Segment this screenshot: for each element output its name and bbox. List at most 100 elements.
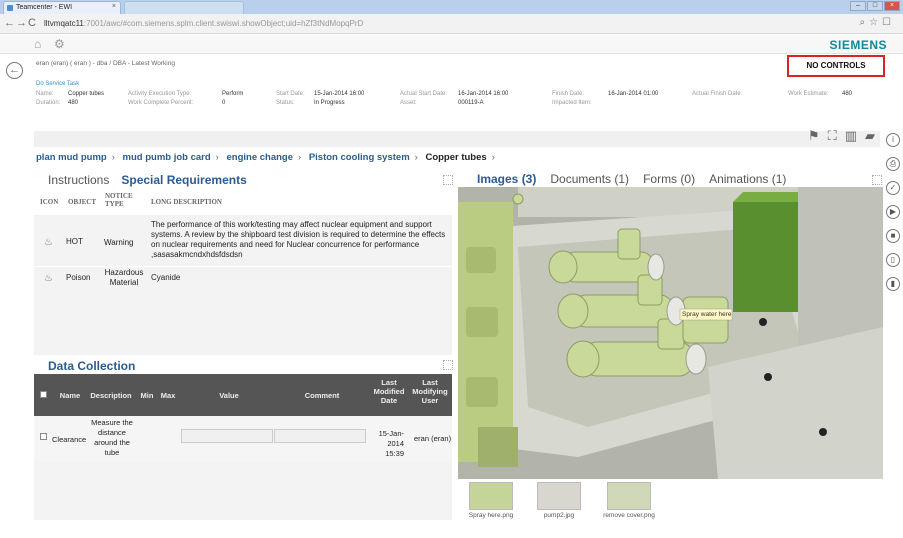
prop-label: Finish Date:	[552, 91, 585, 97]
breadcrumb-item[interactable]: engine change	[226, 152, 293, 163]
column-header: ICON	[40, 198, 59, 206]
folder-icon[interactable]: ▰	[865, 128, 875, 144]
thumbnail-caption: Spray here.png	[468, 512, 514, 519]
flag-icon[interactable]: ⚑	[808, 128, 820, 144]
thumbnail[interactable]: pump2.jpg	[532, 482, 586, 522]
data-collection-header: Name Description Min Max Value Comment L…	[34, 374, 452, 416]
maximize-icon[interactable]: □	[867, 1, 883, 11]
split-view-icon[interactable]: ▥	[845, 128, 857, 144]
browser-tab[interactable]: Teamcenter - EWI ×	[3, 1, 121, 14]
breadcrumb-item[interactable]: plan mud pump	[36, 152, 107, 163]
breadcrumb-current[interactable]: Copper tubes	[425, 152, 486, 163]
expand-icon[interactable]	[872, 175, 882, 185]
requirements-table: ICON OBJECT NOTICE TYPE LONG DESCRIPTION…	[34, 190, 452, 289]
column-header: Comment	[304, 391, 340, 400]
app-header: ⌂ ⚙ SIEMENS	[0, 35, 903, 54]
back-button[interactable]: ←	[6, 62, 23, 79]
task-link[interactable]: Do Service Task	[36, 81, 79, 87]
prop-value: 16-Jan-2014 01:00	[608, 91, 659, 97]
tab-instructions[interactable]: Instructions	[48, 173, 109, 187]
table-empty-area	[34, 462, 452, 520]
url-host: lltvmqatc11	[44, 19, 84, 28]
thumbnail[interactable]: remove cover.png	[602, 482, 656, 522]
clipboard-icon[interactable]: ▯	[886, 253, 900, 267]
breadcrumb: plan mud pump › mud pumb job card › engine…	[36, 152, 500, 163]
expand-icon[interactable]	[443, 175, 453, 185]
trash-icon[interactable]: ▮	[886, 277, 900, 291]
tab-special-requirements[interactable]: Special Requirements	[121, 173, 246, 187]
prop-value: 15-Jan-2014 16:00	[314, 91, 365, 97]
properties-panel: Name: Copper tubes Duration: 480 Activity …	[36, 91, 886, 113]
prop-value: Copper tubes	[68, 91, 105, 97]
date-cell: 15-Jan-2014 15:39	[378, 429, 404, 458]
prop-label: Actual Start Date:	[400, 91, 448, 97]
column-header: Min	[140, 391, 154, 400]
table-row[interactable]: Clearance Measure the distance around th…	[34, 416, 452, 462]
thumbnail-caption: remove cover.png	[603, 512, 655, 519]
value-input[interactable]	[181, 429, 273, 443]
tab-forms[interactable]: Forms (0)	[643, 172, 695, 186]
column-header: OBJECT	[68, 198, 97, 206]
prop-value: 0	[222, 100, 226, 106]
data-collection-title: Data Collection	[48, 359, 136, 373]
reload-icon[interactable]: C	[28, 17, 36, 29]
column-header: Value	[219, 391, 239, 400]
prop-label: Impacted Item:	[552, 100, 592, 106]
play-icon[interactable]: ▶	[886, 205, 900, 219]
tab-images[interactable]: Images (3)	[477, 172, 536, 186]
row-checkbox[interactable]	[40, 433, 47, 440]
table-row[interactable]: ♨ HOT Warning The performance of this wo…	[34, 214, 452, 266]
url-field[interactable]: lltvmqatc11:7001/awc/#com.siemens.splm.c…	[44, 17, 814, 31]
forward-arrow-icon[interactable]: →	[16, 17, 27, 29]
chevron-right-icon[interactable]: ›	[492, 152, 495, 163]
prop-value: Perform	[222, 91, 244, 97]
breadcrumb-item[interactable]: mud pumb job card	[123, 152, 211, 163]
print-icon[interactable]: ⎙	[886, 157, 900, 171]
expand-icon[interactable]	[443, 360, 453, 370]
chevron-right-icon: ›	[298, 152, 302, 163]
chevron-right-icon: ›	[111, 152, 115, 163]
minimize-icon[interactable]: –	[850, 1, 866, 11]
thumbnail-image	[537, 482, 581, 510]
stop-icon[interactable]: ■	[886, 229, 900, 243]
fullscreen-icon[interactable]: ⛶	[828, 128, 837, 144]
close-tab-icon[interactable]: ×	[112, 3, 116, 10]
prop-value: 480	[68, 100, 79, 106]
tab-animations[interactable]: Animations (1)	[709, 172, 786, 186]
column-header: Last Modified Date	[373, 378, 405, 405]
check-icon[interactable]: ✓	[886, 181, 900, 195]
prop-label: Start Date:	[276, 91, 305, 97]
callout-label: Spray water here	[682, 311, 732, 318]
media-tabs: Images (3) Documents (1) Forms (0) Animatio…	[477, 172, 800, 186]
user-cell: eran (eran)	[414, 434, 452, 443]
prop-label: Name:	[36, 91, 54, 97]
description-cell: Measure the distance around the tube	[91, 418, 133, 457]
thumbnail[interactable]: Spray here.png	[464, 482, 518, 522]
browser-tabbar: Teamcenter - EWI × – □ ×	[0, 0, 903, 14]
notice-cell: Hazardous Material	[104, 268, 144, 287]
comment-input[interactable]	[274, 429, 366, 443]
tab-documents[interactable]: Documents (1)	[550, 172, 629, 186]
image-viewer[interactable]: Spray water here	[458, 187, 883, 479]
home-icon[interactable]: ⌂	[34, 37, 41, 51]
object-cell: Poison	[66, 273, 91, 282]
info-icon[interactable]: i	[886, 133, 900, 147]
back-arrow-icon[interactable]: ←	[4, 17, 15, 29]
column-header: Name	[59, 391, 81, 400]
address-icons[interactable]: ⌕☆☐	[859, 17, 895, 28]
prop-value: 480	[842, 91, 853, 97]
column-header: LONG DESCRIPTION	[151, 198, 222, 206]
column-header: Max	[160, 391, 176, 400]
prop-value: 16-Jan-2014 16:00	[458, 91, 509, 97]
prop-label: Asset:	[400, 100, 417, 106]
column-header: NOTICE TYPE	[105, 192, 133, 208]
chevron-right-icon: ›	[215, 152, 219, 163]
table-row[interactable]: ♨ Poison Hazardous Material Cyanide	[34, 266, 452, 289]
breadcrumb-item[interactable]: Piston cooling system	[309, 152, 410, 163]
thumbnail-image	[469, 482, 513, 510]
gear-icon[interactable]: ⚙	[54, 37, 65, 51]
browser-tab-inactive[interactable]	[124, 1, 244, 14]
table-empty-area	[34, 289, 452, 355]
close-window-icon[interactable]: ×	[884, 1, 900, 11]
select-all-checkbox[interactable]	[40, 391, 47, 398]
